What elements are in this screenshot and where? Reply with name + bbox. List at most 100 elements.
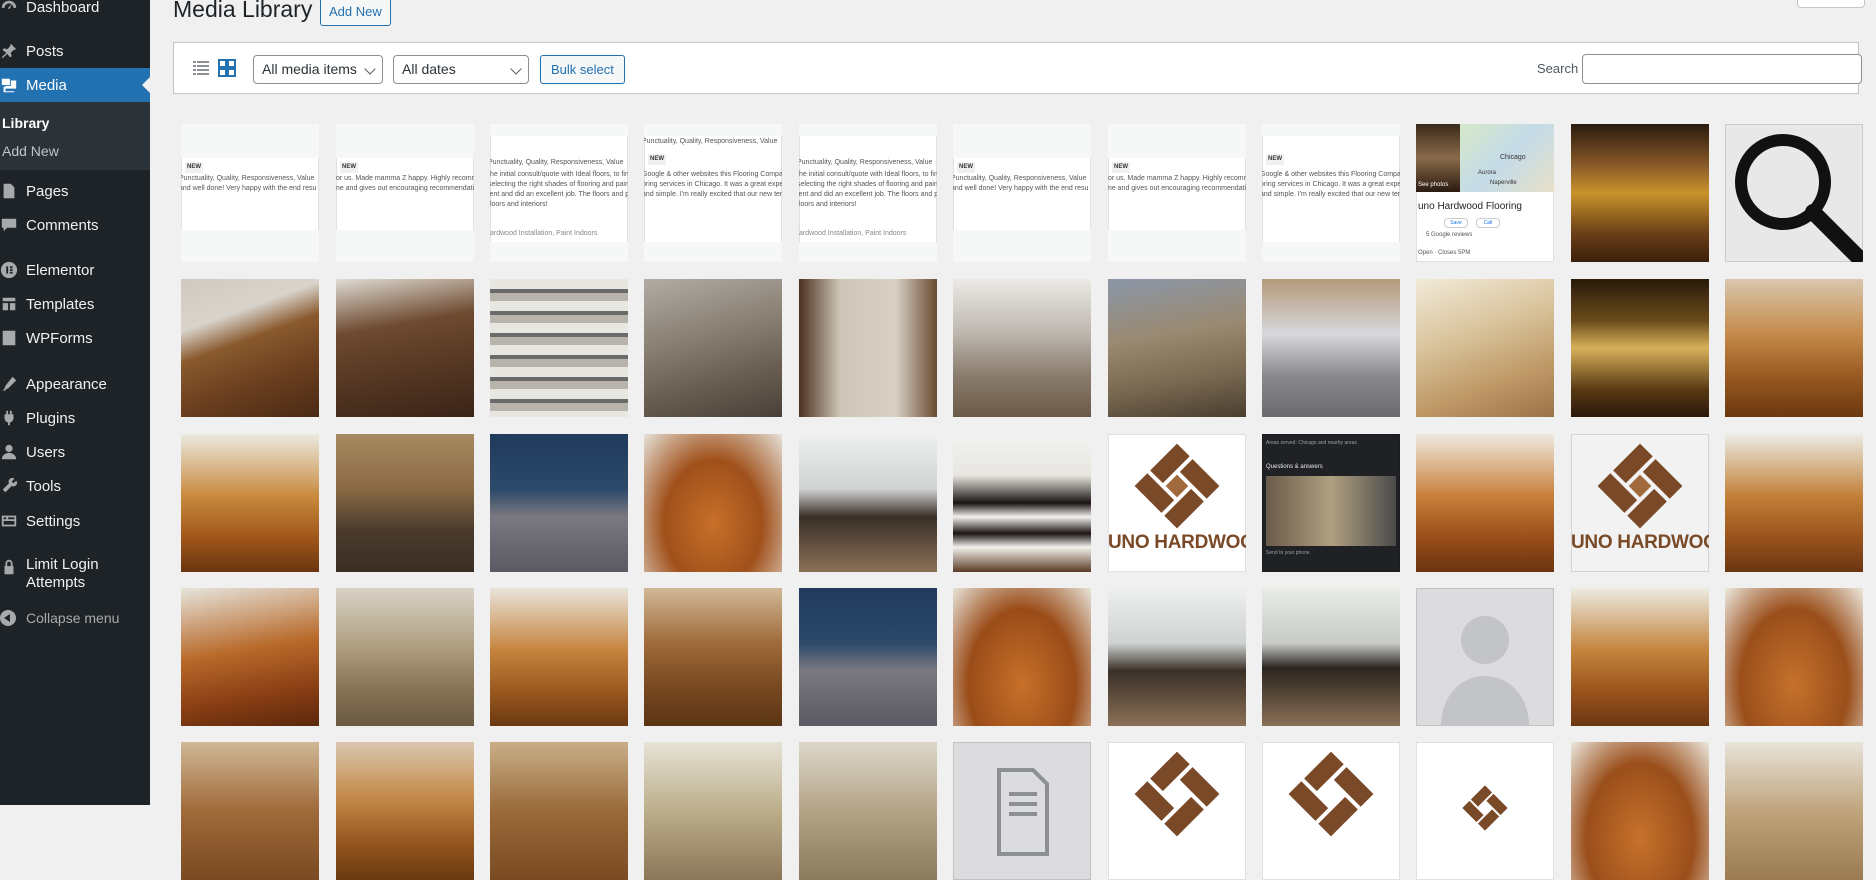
limit-login-line2: Attempts (26, 574, 86, 591)
collapse-icon (0, 610, 26, 626)
collapse-menu-button[interactable]: Collapse menu (0, 601, 150, 635)
sidebar-item-media[interactable]: Media (0, 68, 150, 102)
page-title: Media Library (173, 0, 313, 22)
attachment-photo[interactable] (490, 279, 628, 417)
attachment-photo[interactable] (336, 588, 474, 726)
attachment-photo[interactable] (1725, 279, 1863, 417)
attachment-photo[interactable] (336, 742, 474, 880)
attachment-review-screenshot[interactable]: Punctuality, Quality, Responsiveness, Va… (799, 124, 937, 262)
attachment-logo[interactable] (1416, 742, 1554, 880)
attachment-photo[interactable] (181, 279, 319, 417)
attachment-photo[interactable] (953, 279, 1091, 417)
sidebar-item-dashboard[interactable]: Dashboard (0, 0, 150, 24)
sidebar-item-elementor[interactable]: Elementor (0, 253, 150, 287)
sidebar-item-label: Users (26, 443, 66, 461)
attachment-photo[interactable] (644, 588, 782, 726)
attachment-review-screenshot[interactable]: NEW for us. Made mamma Z happy. Highly r… (336, 124, 474, 262)
dark-sub: Areas served: Chicago and nearby areas (1266, 440, 1357, 446)
media-type-filter[interactable]: All media items (253, 55, 383, 84)
review-text: oring services in Chicago. It was a grea… (644, 181, 782, 188)
attachment-review-screenshot[interactable]: NEW for us. Made mamma Z happy. Highly r… (1108, 124, 1246, 262)
add-new-button[interactable]: Add New (320, 0, 391, 26)
attachment-review-screenshot[interactable]: NEW Punctuality, Quality, Responsiveness… (953, 124, 1091, 262)
attachment-google-business-screenshot[interactable]: Chicago Aurora Naperville See photos uno… (1416, 124, 1554, 262)
new-badge: NEW (185, 162, 203, 173)
attachment-logo[interactable] (1262, 742, 1400, 880)
review-text: and well done! Very happy with the end r… (953, 185, 1089, 192)
attachment-photo[interactable] (799, 279, 937, 417)
attachment-photo[interactable] (1262, 279, 1400, 417)
review-text: Google & other websites this Flooring Co… (1262, 171, 1400, 178)
attachment-photo[interactable] (644, 742, 782, 880)
call-chip: Call (1476, 218, 1500, 228)
sidebar-item-settings[interactable]: Settings (0, 504, 150, 538)
sidebar-item-label: Pages (26, 182, 69, 200)
sidebar-item-tools[interactable]: Tools (0, 469, 150, 503)
parquet-logo-icon (1288, 751, 1374, 837)
review-text: the initial consult/quote with Ideal flo… (799, 171, 937, 178)
screen-options-tab[interactable] (1797, 0, 1865, 8)
attachment-logo[interactable]: UNO HARDWOOD FLO (1571, 434, 1709, 572)
attachment-search-image[interactable] (1725, 124, 1863, 262)
attachment-photo[interactable] (181, 434, 319, 572)
sidebar-item-plugins[interactable]: Plugins (0, 401, 150, 435)
attachment-photo[interactable] (644, 279, 782, 417)
attachment-photo[interactable] (1416, 279, 1554, 417)
review-text: Punctuality, Quality, Responsiveness, Va… (799, 159, 933, 166)
attachment-logo[interactable]: UNO HARDWOOD FLO (1108, 434, 1246, 572)
sidebar-item-appearance[interactable]: Appearance (0, 367, 150, 401)
attachment-photo[interactable] (953, 588, 1091, 726)
attachment-photo[interactable] (1725, 742, 1863, 880)
chevron-down-icon (510, 63, 522, 75)
pin-icon (0, 42, 26, 60)
attachment-photo[interactable] (490, 588, 628, 726)
attachment-photo[interactable] (490, 742, 628, 880)
attachment-review-screenshot[interactable]: NEW Google & other websites this Floorin… (1262, 124, 1400, 262)
attachment-photo[interactable] (1571, 742, 1709, 880)
attachment-photo[interactable] (1108, 279, 1246, 417)
attachment-google-qa-screenshot[interactable]: Areas served: Chicago and nearby areas Q… (1262, 434, 1400, 572)
attachment-photo[interactable] (953, 434, 1091, 572)
sidebar-item-posts[interactable]: Posts (0, 34, 150, 68)
attachment-document[interactable] (953, 742, 1091, 880)
sidebar-item-users[interactable]: Users (0, 435, 150, 469)
logo-text: UNO HARDWOOD FLO (1571, 532, 1709, 553)
attachment-photo[interactable] (336, 434, 474, 572)
attachment-photo[interactable] (644, 434, 782, 572)
attachment-review-screenshot[interactable]: NEW Punctuality, Quality, Responsiveness… (644, 124, 782, 262)
grid-view-icon[interactable] (216, 57, 238, 79)
new-badge: NEW (1266, 154, 1284, 165)
sidebar-item-wpforms[interactable]: WPForms (0, 321, 150, 355)
attachment-photo[interactable] (181, 588, 319, 726)
review-text: selecting the right shades of flooring a… (799, 181, 937, 188)
attachment-photo[interactable] (799, 742, 937, 880)
bulk-select-button[interactable]: Bulk select (540, 55, 625, 84)
attachment-photo[interactable] (1571, 588, 1709, 726)
sidebar-item-limit-login[interactable]: Limit Login Attempts (0, 556, 150, 594)
date-filter[interactable]: All dates (393, 55, 529, 84)
attachment-photo[interactable] (1416, 434, 1554, 572)
list-view-icon[interactable] (190, 57, 212, 79)
attachment-photo[interactable] (336, 279, 474, 417)
attachment-photo[interactable] (799, 588, 937, 726)
attachment-photo[interactable] (799, 434, 937, 572)
map-city: Aurora (1478, 170, 1497, 176)
attachment-review-screenshot[interactable]: NEW Punctuality, Quality, Responsiveness… (181, 124, 319, 262)
attachment-logo[interactable] (1108, 742, 1246, 880)
attachment-photo[interactable] (490, 434, 628, 572)
sidebar-item-comments[interactable]: Comments (0, 208, 150, 242)
sidebar-item-pages[interactable]: Pages (0, 174, 150, 208)
attachment-photo[interactable] (1571, 124, 1709, 262)
search-input[interactable] (1582, 54, 1862, 84)
attachment-placeholder-person[interactable] (1416, 588, 1554, 726)
attachment-review-screenshot[interactable]: Punctuality, Quality, Responsiveness, Va… (490, 124, 628, 262)
submenu-library[interactable]: Library (2, 115, 49, 131)
attachment-photo[interactable] (181, 742, 319, 880)
attachment-photo[interactable] (1725, 588, 1863, 726)
attachment-photo[interactable] (1262, 588, 1400, 726)
attachment-photo[interactable] (1571, 279, 1709, 417)
submenu-add-new[interactable]: Add New (2, 143, 59, 159)
sidebar-item-templates[interactable]: Templates (0, 287, 150, 321)
attachment-photo[interactable] (1108, 588, 1246, 726)
attachment-photo[interactable] (1725, 434, 1863, 572)
